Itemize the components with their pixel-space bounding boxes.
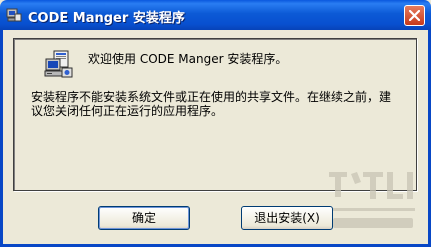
app-setup-icon (6, 7, 22, 23)
close-icon (409, 10, 420, 21)
exit-setup-button[interactable]: 退出安装(X) (241, 206, 333, 230)
close-button[interactable] (404, 5, 425, 26)
warning-text: 安装程序不能安装系统文件或正在使用的共享文件。在继续之前，建议您关闭任何正在运行… (31, 90, 392, 118)
window-title: CODE Manger 安装程序 (28, 11, 185, 26)
title-bar[interactable]: CODE Manger 安装程序 (0, 0, 431, 30)
setup-computer-icon (44, 50, 74, 80)
welcome-text: 欢迎使用 CODE Manger 安装程序。 (88, 52, 288, 66)
ok-button[interactable]: 确定 (98, 206, 190, 230)
watermark-logo (329, 172, 415, 228)
